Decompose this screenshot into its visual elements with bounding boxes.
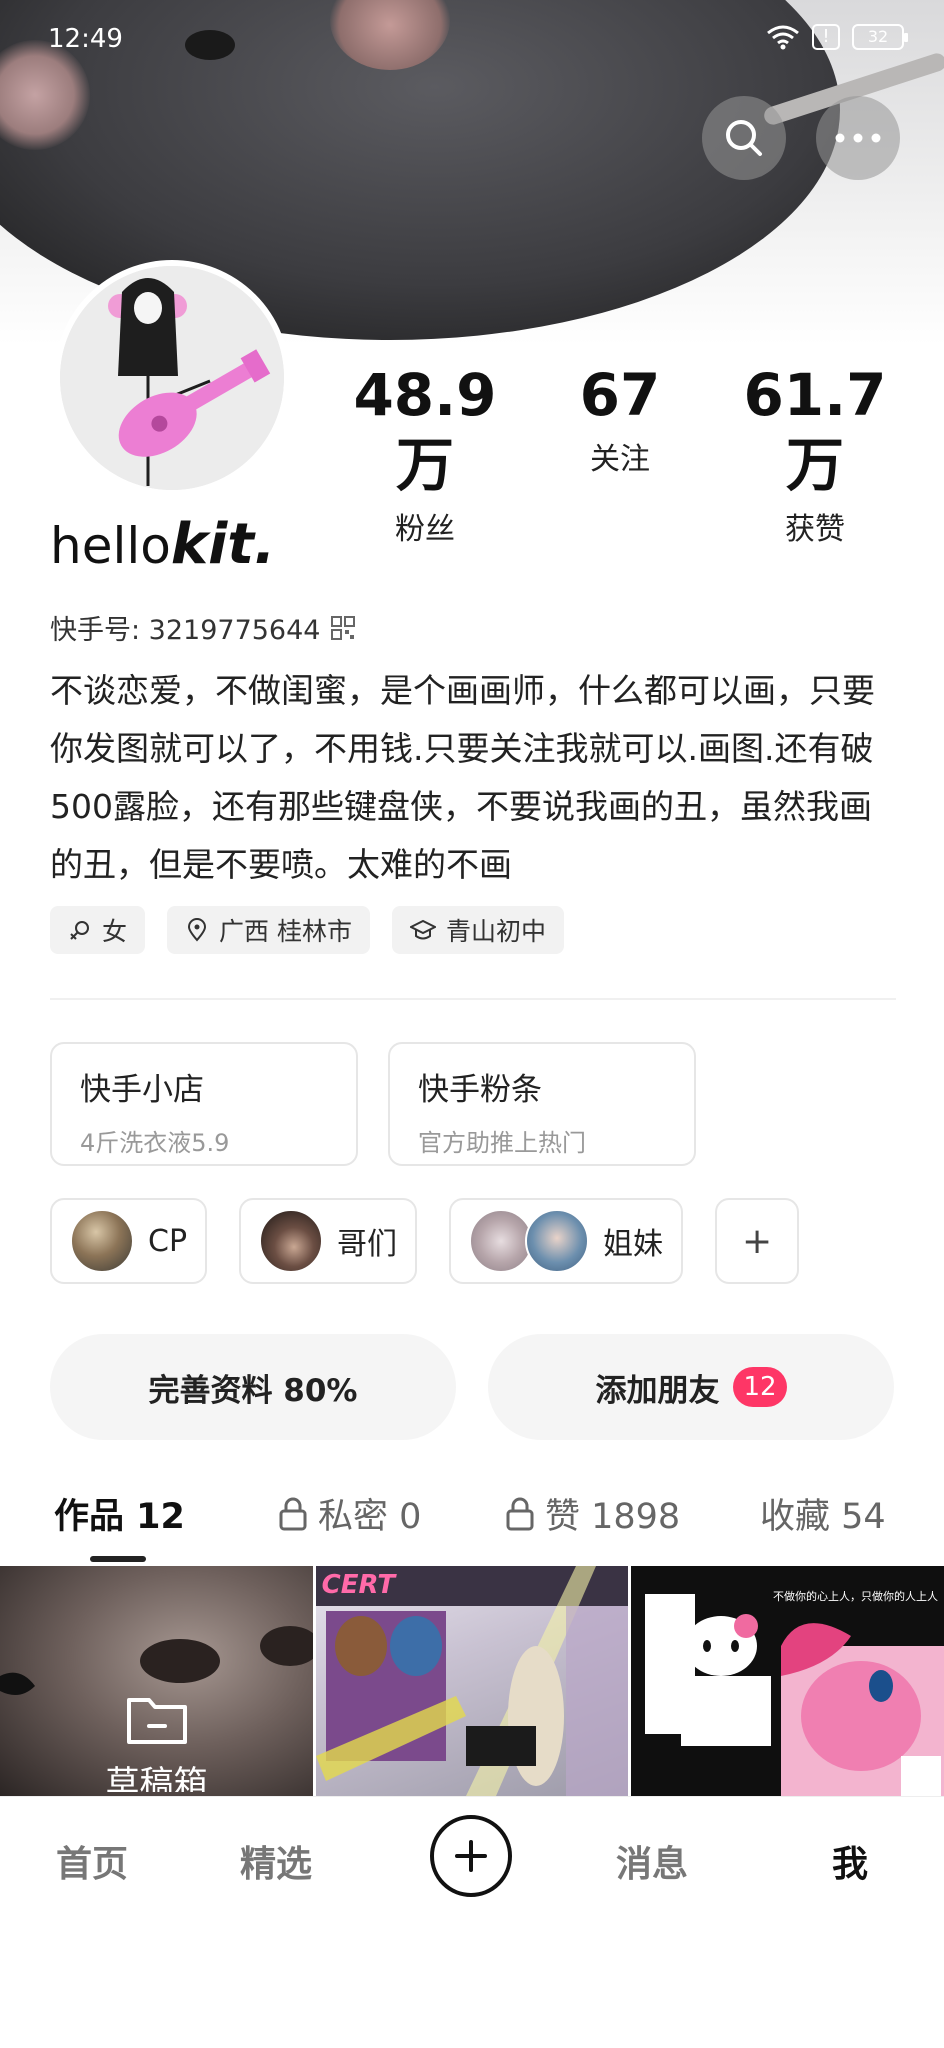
gesture-area xyxy=(0,1924,944,2048)
kuaishou-shop-card[interactable]: 快手小店 4斤洗衣液5.9 xyxy=(50,1042,358,1166)
likes-stat[interactable]: 61.7万 获赞 xyxy=(720,360,910,547)
status-time: 12:49 xyxy=(48,24,123,54)
nav-me[interactable]: 我 xyxy=(832,1835,868,1887)
action-buttons: 完善资料 80% 添加朋友 12 xyxy=(50,1334,894,1440)
drafts-thumbnail[interactable]: 草稿箱 xyxy=(0,1566,313,1796)
followers-stat[interactable]: 48.9万 粉丝 xyxy=(330,360,520,547)
friend-request-badge: 12 xyxy=(733,1367,787,1407)
relation-brothers[interactable]: 哥们 xyxy=(239,1198,418,1284)
work-thumbnail[interactable]: 不做你的心上人，只做你的人上人 xyxy=(631,1566,944,1796)
lock-icon xyxy=(506,1497,534,1530)
avatar[interactable] xyxy=(54,260,290,496)
complete-profile-button[interactable]: 完善资料 80% xyxy=(50,1334,456,1440)
relation-chips: CP 哥们 姐妹 + xyxy=(50,1198,800,1284)
nav-featured[interactable]: 精选 xyxy=(240,1835,312,1887)
nav-messages[interactable]: 消息 xyxy=(616,1835,688,1887)
works-grid: 草稿箱 CERT 不做你的心上人，只做你的人上人 xyxy=(0,1566,944,1796)
sisters-avatar-1 xyxy=(469,1209,534,1273)
plus-icon xyxy=(455,1840,487,1872)
avatar-image xyxy=(60,266,284,490)
location-pin-icon xyxy=(188,918,207,942)
kuaishou-promote-card[interactable]: 快手粉条 官方助推上热门 xyxy=(388,1042,696,1166)
bottom-nav: 首页 精选 消息 我 xyxy=(0,1796,944,1924)
lock-icon xyxy=(279,1497,307,1530)
search-button[interactable] xyxy=(702,96,786,180)
tag-school[interactable]: 青山初中 xyxy=(391,906,564,954)
alert-icon: ! xyxy=(812,24,840,50)
tab-works[interactable]: 作品 12 xyxy=(54,1488,185,1539)
content-tabs: 作品 12 私密 0 赞 1898 收藏 54 xyxy=(0,1488,944,1568)
following-stat[interactable]: 67 关注 xyxy=(525,360,715,480)
add-friends-button[interactable]: 添加朋友 12 xyxy=(488,1334,894,1440)
profile-stats: 48.9万 粉丝 67 关注 61.7万 获赞 xyxy=(330,360,910,547)
search-icon xyxy=(726,120,762,156)
sisters-avatar-2 xyxy=(525,1209,590,1273)
divider xyxy=(50,998,896,1000)
folder-icon xyxy=(126,1698,187,1744)
tab-liked[interactable]: 赞 1898 xyxy=(505,1488,680,1539)
status-bar: 12:49 ! 32 xyxy=(0,0,944,80)
drafts-folder: 草稿箱 xyxy=(0,1566,313,1796)
service-cards: 快手小店 4斤洗衣液5.9 快手粉条 官方助推上热门 xyxy=(50,1042,696,1166)
tag-gender[interactable]: 女 xyxy=(50,906,146,954)
nickname: hellokit. xyxy=(50,512,276,577)
kuaishou-id[interactable]: 快手号: 3219775644 xyxy=(50,608,356,647)
active-tab-indicator xyxy=(90,1556,146,1562)
qr-code-icon[interactable] xyxy=(330,615,356,641)
more-dots-icon xyxy=(835,133,881,143)
profile-tags: 女 广西 桂林市 青山初中 xyxy=(50,906,564,954)
more-button[interactable] xyxy=(816,96,900,180)
wifi-icon xyxy=(767,25,799,50)
relation-cp[interactable]: CP xyxy=(50,1198,208,1284)
profile-bio: 不谈恋爱，不做闺蜜，是个画画师，什么都可以画，只要你发图就可以了，不用钱.只要关… xyxy=(50,671,875,884)
tab-favorites[interactable]: 收藏 54 xyxy=(760,1488,886,1539)
nav-home[interactable]: 首页 xyxy=(56,1835,128,1887)
graduation-cap-icon xyxy=(409,919,436,940)
create-button[interactable] xyxy=(430,1815,512,1897)
add-relation-button[interactable]: + xyxy=(715,1198,800,1284)
female-icon xyxy=(70,921,89,940)
cp-avatar xyxy=(70,1209,134,1273)
tab-private[interactable]: 私密 0 xyxy=(278,1488,421,1539)
tag-location[interactable]: 广西 桂林市 xyxy=(167,906,370,954)
brothers-avatar xyxy=(259,1209,324,1273)
battery-icon: 32 xyxy=(852,24,908,50)
relation-sisters[interactable]: 姐妹 xyxy=(449,1198,684,1284)
work-thumbnail[interactable]: CERT xyxy=(315,1566,629,1796)
